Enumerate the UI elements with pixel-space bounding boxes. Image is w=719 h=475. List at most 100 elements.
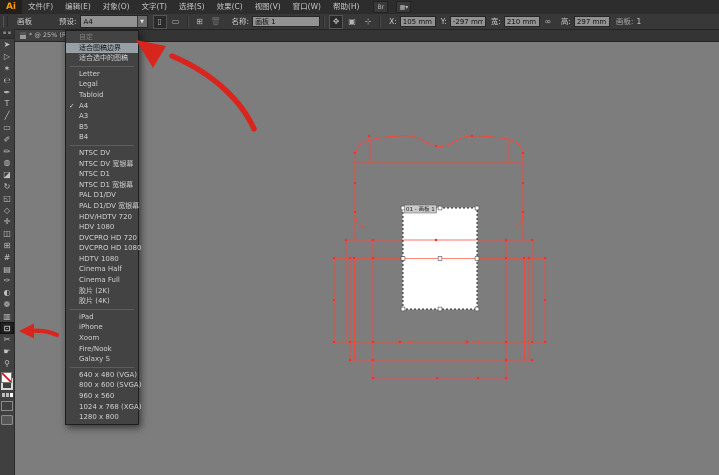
preset-option-26[interactable]: 胶片 (4K)	[66, 296, 138, 307]
preset-option-25[interactable]: 胶片 (2K)	[66, 286, 138, 297]
menu-item-8[interactable]: 帮助(H)	[327, 0, 366, 14]
column-graph-tool[interactable]: ▥	[0, 310, 14, 322]
preset-select[interactable]: A4 ▼	[80, 15, 148, 28]
hand-tool[interactable]: ☛	[0, 346, 14, 358]
selection-tool[interactable]: ➤	[0, 39, 14, 51]
artboard-options-button[interactable]: ▣	[345, 15, 359, 29]
preset-option-9[interactable]: B5	[66, 122, 138, 133]
artboard-tool[interactable]: ⊡	[0, 322, 14, 334]
menu-item-7[interactable]: 窗口(W)	[287, 0, 327, 14]
preset-option-21[interactable]: DVCPRO HD 1080	[66, 243, 138, 254]
rotate-tool[interactable]: ↻	[0, 181, 14, 193]
delete-artboard-button[interactable]: 🗑	[209, 15, 223, 29]
preset-option-34[interactable]: 640 x 480 (VGA)	[66, 370, 138, 381]
y-input[interactable]	[450, 16, 486, 27]
preset-option-28[interactable]: iPad	[66, 312, 138, 323]
preset-option-10[interactable]: B4	[66, 132, 138, 143]
preset-option-23[interactable]: Cinema Half	[66, 264, 138, 275]
blob-brush-tool[interactable]: ◍	[0, 157, 14, 169]
menu-item-6[interactable]: 视图(V)	[249, 0, 287, 14]
menu-item-1[interactable]: 编辑(E)	[59, 0, 97, 14]
mesh-tool[interactable]: #	[0, 251, 14, 263]
preset-option-13[interactable]: NTSC DV 宽银幕	[66, 159, 138, 170]
pencil-tool[interactable]: ✏	[0, 145, 14, 157]
preset-option-17[interactable]: PAL D1/DV 宽银幕	[66, 201, 138, 212]
new-artboard-button[interactable]: ⊞	[193, 15, 207, 29]
preset-option-15[interactable]: NTSC D1 宽银幕	[66, 180, 138, 191]
preset-option-5[interactable]: Legal	[66, 79, 138, 90]
preset-option-2[interactable]: 适合选中的图稿	[66, 53, 138, 64]
preset-option-30[interactable]: Xoom	[66, 333, 138, 344]
dropdown-separator	[70, 145, 134, 146]
scale-tool[interactable]: ◱	[0, 192, 14, 204]
drawing-mode-button[interactable]	[1, 401, 13, 411]
lasso-tool[interactable]: ℮	[0, 74, 14, 86]
move-artwork-with-artboard-button[interactable]: ✥	[329, 15, 343, 29]
preset-option-6[interactable]: Tabloid	[66, 90, 138, 101]
control-bar: 画板 预设: A4 ▼ ▯ ▭ ⊞ 🗑 名称: ✥ ▣ ⊹ X: Y: 宽: ∞…	[0, 14, 719, 30]
preset-option-16[interactable]: PAL D1/DV	[66, 190, 138, 201]
color-mode-buttons	[2, 393, 13, 397]
line-segment-tool[interactable]: ╱	[0, 110, 14, 122]
zoom-tool[interactable]: ⚲	[0, 358, 14, 370]
link-dimensions-icon[interactable]: ∞	[541, 15, 555, 29]
eyedropper-tool[interactable]: ✑	[0, 275, 14, 287]
preset-option-18[interactable]: HDV/HDTV 720	[66, 212, 138, 223]
slice-tool[interactable]: ✂	[0, 334, 14, 346]
preset-option-1[interactable]: 适合图稿边界	[66, 43, 138, 54]
width-tool[interactable]: ◇	[0, 204, 14, 216]
preset-option-7[interactable]: A4✓	[66, 101, 138, 112]
paintbrush-tool[interactable]: ✐	[0, 133, 14, 145]
pen-tool[interactable]: ✒	[0, 86, 14, 98]
fill-stroke-indicator[interactable]	[0, 371, 14, 391]
preset-option-14[interactable]: NTSC D1	[66, 169, 138, 180]
type-tool[interactable]: T	[0, 98, 14, 110]
go-to-bridge-icon[interactable]: Br	[373, 1, 388, 13]
preset-option-19[interactable]: HDV 1080	[66, 222, 138, 233]
eraser-tool[interactable]: ◪	[0, 169, 14, 181]
blend-tool[interactable]: ◐	[0, 287, 14, 299]
preset-option-0[interactable]: 自定	[66, 32, 138, 43]
gradient-tool[interactable]: ▤	[0, 263, 14, 275]
preset-option-37[interactable]: 1024 x 768 (XGA)	[66, 402, 138, 413]
preset-option-38[interactable]: 1280 x 800	[66, 412, 138, 423]
workspace-switcher-icon[interactable]: ▦▾	[396, 1, 411, 13]
direct-selection-tool[interactable]: ▷	[0, 51, 14, 63]
toolbar-collapse-handle[interactable]: ▪ ▪	[0, 29, 14, 39]
menu-item-3[interactable]: 文字(T)	[136, 0, 173, 14]
artboard-name-input[interactable]	[252, 16, 320, 27]
fill-none-swatch[interactable]	[1, 372, 12, 383]
preset-option-12[interactable]: NTSC DV	[66, 148, 138, 159]
height-input[interactable]	[574, 16, 610, 27]
panel-grip	[3, 16, 8, 27]
symbol-sprayer-tool[interactable]: ❁	[0, 299, 14, 311]
show-center-mark-button[interactable]: ⊹	[361, 15, 375, 29]
menu-item-2[interactable]: 对象(O)	[97, 0, 136, 14]
color-button[interactable]	[2, 393, 5, 397]
free-transform-tool[interactable]: ✛	[0, 216, 14, 228]
preset-option-36[interactable]: 960 x 560	[66, 391, 138, 402]
preset-option-35[interactable]: 800 x 600 (SVGA)	[66, 380, 138, 391]
none-button[interactable]	[10, 393, 13, 397]
magic-wand-tool[interactable]: ✶	[0, 63, 14, 75]
preset-option-8[interactable]: A3	[66, 111, 138, 122]
menu-item-5[interactable]: 效果(C)	[211, 0, 249, 14]
preset-option-24[interactable]: Cinema Full	[66, 275, 138, 286]
perspective-grid-tool[interactable]: ⊞	[0, 240, 14, 252]
screen-mode-button[interactable]	[1, 415, 13, 425]
rectangle-tool[interactable]: ▭	[0, 122, 14, 134]
portrait-orientation-button[interactable]: ▯	[153, 15, 167, 29]
preset-option-31[interactable]: Fire/Nook	[66, 344, 138, 355]
preset-option-4[interactable]: Letter	[66, 69, 138, 80]
preset-option-22[interactable]: HDTV 1080	[66, 254, 138, 265]
gradient-button[interactable]	[6, 393, 9, 397]
menu-item-4[interactable]: 选择(S)	[173, 0, 211, 14]
menu-item-0[interactable]: 文件(F)	[22, 0, 59, 14]
preset-option-29[interactable]: iPhone	[66, 322, 138, 333]
width-input[interactable]	[504, 16, 540, 27]
preset-option-32[interactable]: Galaxy S	[66, 354, 138, 365]
shape-builder-tool[interactable]: ◫	[0, 228, 14, 240]
x-input[interactable]	[400, 16, 436, 27]
landscape-orientation-button[interactable]: ▭	[169, 15, 183, 29]
preset-option-20[interactable]: DVCPRO HD 720	[66, 233, 138, 244]
